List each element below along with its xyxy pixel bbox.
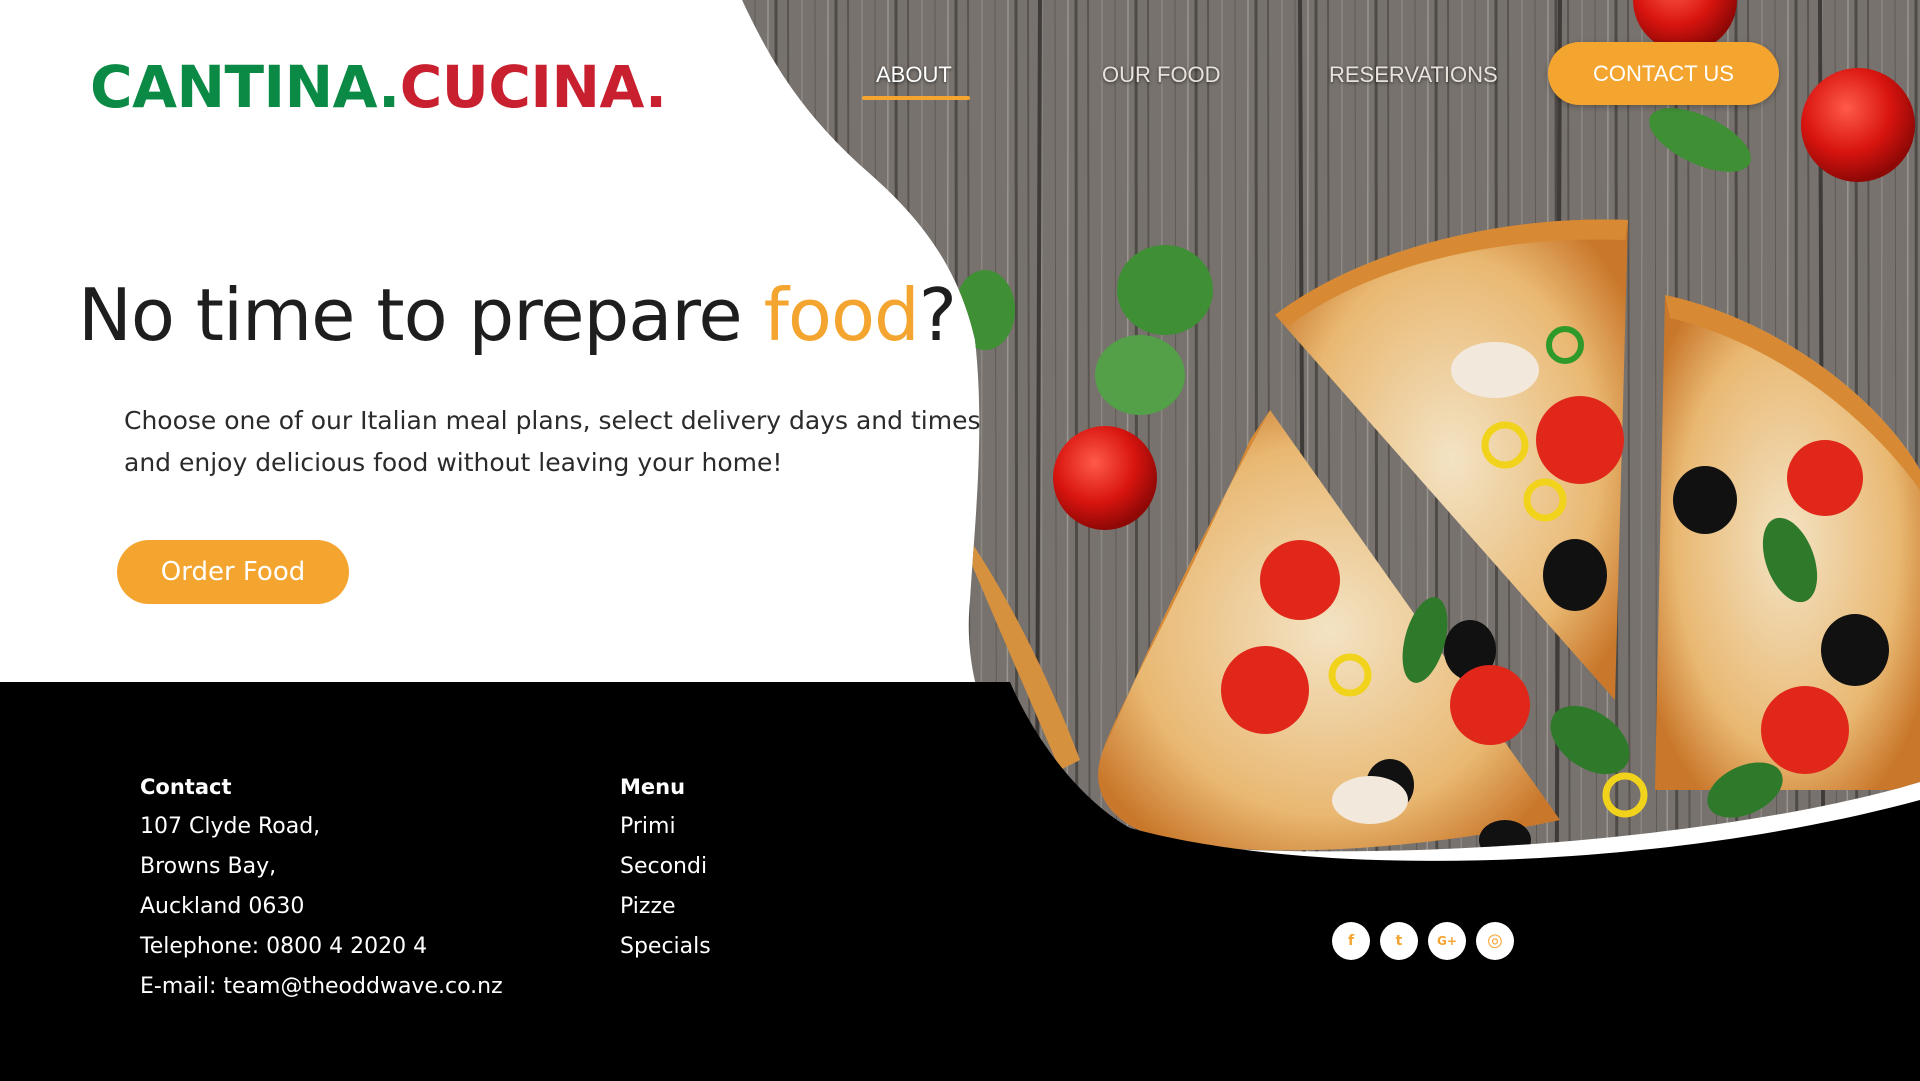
nav-reservations[interactable]: RESERVATIONS — [1329, 60, 1498, 90]
hero-headline-accent: food — [763, 273, 920, 357]
footer-telephone: Telephone: 0800 4 2020 4 — [140, 934, 428, 959]
hero-subtext-line-1: Choose one of our Italian meal plans, se… — [124, 406, 981, 435]
hero-subtext: Choose one of our Italian meal plans, se… — [124, 400, 984, 484]
footer-address-line-3: Auckland 0630 — [140, 894, 305, 919]
footer-contact: Contact 107 Clyde Road, Browns Bay, Auck… — [140, 772, 503, 1012]
twitter-icon[interactable]: t — [1380, 922, 1418, 960]
google-plus-icon[interactable]: G+ — [1428, 922, 1466, 960]
footer-menu-item-pizze[interactable]: Pizze — [620, 892, 711, 922]
hero-headline-start: No time to prepare — [78, 273, 764, 357]
brand-name-part-1: CANTINA. — [90, 53, 400, 121]
instagram-icon[interactable]: ◎ — [1476, 922, 1514, 960]
hero-headline-end: ? — [918, 273, 957, 357]
hero-subtext-line-2: and enjoy delicious food without leaving… — [124, 448, 783, 477]
landing-page: CANTINA.CUCINA. ABOUT OUR FOOD RESERVATI… — [0, 0, 1920, 1081]
hero-headline: No time to prepare food? — [78, 270, 957, 360]
nav-our-food[interactable]: OUR FOOD — [1102, 60, 1221, 90]
footer-menu: Menu Primi Secondi Pizze Specials — [620, 772, 711, 972]
brand-name-part-2: CUCINA. — [399, 53, 667, 121]
footer-menu-title: Menu — [620, 775, 686, 799]
footer-email[interactable]: E-mail: team@theoddwave.co.nz — [140, 972, 503, 1002]
footer-menu-item-specials[interactable]: Specials — [620, 932, 711, 962]
footer-address-line-2: Browns Bay, — [140, 854, 277, 879]
contact-us-button[interactable]: CONTACT US — [1548, 42, 1779, 105]
nav-about[interactable]: ABOUT — [876, 60, 952, 90]
nav-active-underline — [862, 96, 970, 100]
footer-contact-title: Contact — [140, 775, 232, 799]
brand-logo[interactable]: CANTINA.CUCINA. — [90, 52, 667, 122]
facebook-icon[interactable]: f — [1332, 922, 1370, 960]
footer-address-line-1: 107 Clyde Road, — [140, 814, 321, 839]
footer-menu-item-secondi[interactable]: Secondi — [620, 852, 711, 882]
order-food-button[interactable]: Order Food — [117, 540, 349, 604]
footer-menu-item-primi[interactable]: Primi — [620, 812, 711, 842]
